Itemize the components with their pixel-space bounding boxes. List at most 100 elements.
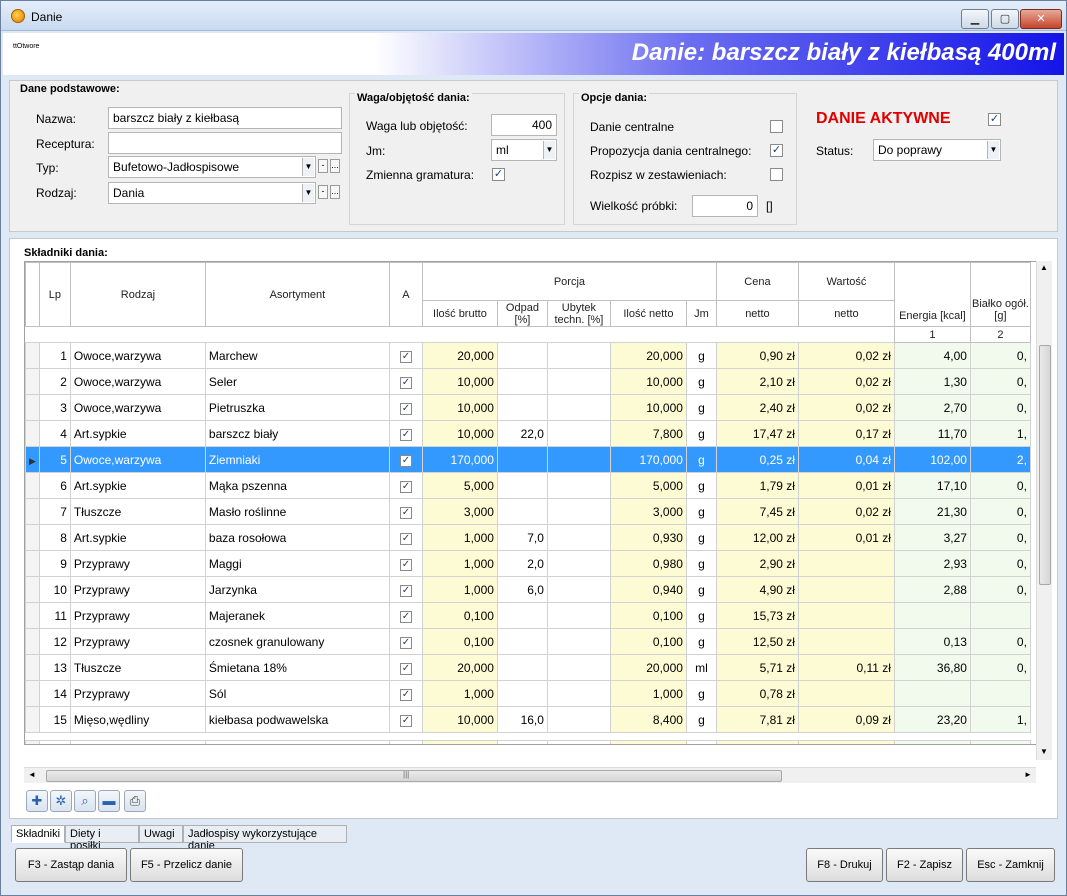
cell-rodzaj[interactable]: Przyprawy xyxy=(69,550,206,577)
cell-netto[interactable]: 0,980 xyxy=(609,550,687,577)
cell-asortyment[interactable]: Masło roślinne xyxy=(204,498,390,525)
cell-brutto[interactable]: 10,000 xyxy=(421,394,498,421)
active-checkbox-cell[interactable]: ✓ xyxy=(399,481,412,493)
cell-lp[interactable]: 1 xyxy=(38,342,71,369)
cell-energia[interactable]: 2,70 xyxy=(893,394,971,421)
cell-bialko[interactable]: 2, xyxy=(969,446,1031,473)
cell-odpad[interactable] xyxy=(496,446,548,473)
row-header[interactable] xyxy=(25,654,40,681)
propozycja-checkbox[interactable]: ✓ xyxy=(770,144,783,157)
cell-jm[interactable]: g xyxy=(685,342,717,369)
active-checkbox-cell[interactable]: ✓ xyxy=(399,637,412,649)
cell-wartosc[interactable]: 0,02 zł xyxy=(797,368,895,395)
print-button[interactable]: F8 - Drukuj xyxy=(806,848,883,882)
cell-jm[interactable]: g xyxy=(685,602,717,629)
cell-bialko[interactable]: 0, xyxy=(969,654,1031,681)
cell-energia[interactable]: 17,10 xyxy=(893,472,971,499)
cell-wartosc[interactable]: 0,04 zł xyxy=(797,446,895,473)
active-checkbox-cell[interactable]: ✓ xyxy=(399,507,412,519)
save-button[interactable]: F2 - Zapisz xyxy=(886,848,963,882)
vertical-scroll-thumb[interactable] xyxy=(1039,345,1051,585)
cell-rodzaj[interactable]: Owoce,warzywa xyxy=(69,342,206,369)
cell-odpad[interactable] xyxy=(496,368,548,395)
scroll-down-icon[interactable]: ▼ xyxy=(1040,747,1048,756)
cell-wartosc[interactable] xyxy=(797,628,895,655)
cell-netto[interactable]: 3,000 xyxy=(609,498,687,525)
cell-rodzaj[interactable]: Mięso,wędliny xyxy=(69,706,206,733)
cell-lp[interactable]: 5 xyxy=(38,446,71,473)
cell-a[interactable]: ✓ xyxy=(388,706,423,733)
cell-wartosc[interactable]: 0,09 zł xyxy=(797,706,895,733)
cell-rodzaj[interactable]: Przyprawy xyxy=(69,628,206,655)
cell-wartosc[interactable]: 0,11 zł xyxy=(797,654,895,681)
table-row[interactable]: 3 Owoce,warzywa Pietruszka ✓ 10,000 10,000 g 2,… xyxy=(25,394,1031,421)
cell-a[interactable]: ✓ xyxy=(388,550,423,577)
cell-brutto[interactable]: 10,000 xyxy=(421,368,498,395)
cell-jm[interactable]: g xyxy=(685,420,717,447)
cell-ubytek[interactable] xyxy=(546,602,611,629)
cell-a[interactable]: ✓ xyxy=(388,498,423,525)
cell-jm[interactable]: g xyxy=(685,394,717,421)
table-row[interactable]: 10 Przyprawy Jarzynka ✓ 1,000 6,0 0,940 g 4,90 z… xyxy=(25,576,1031,603)
col-bialko[interactable]: Białko ogół. [g] xyxy=(969,262,1031,327)
cell-lp[interactable]: 9 xyxy=(38,550,71,577)
cell-energia[interactable]: 23,20 xyxy=(893,706,971,733)
active-checkbox-cell[interactable]: ✓ xyxy=(399,663,412,675)
table-row[interactable]: 2 Owoce,warzywa Seler ✓ 10,000 10,000 g 2,10 zł… xyxy=(25,368,1031,395)
rodzaj-browse-button[interactable]: ... xyxy=(330,185,340,199)
cell-a[interactable]: ✓ xyxy=(388,602,423,629)
cell-cena[interactable]: 2,90 zł xyxy=(715,550,799,577)
cell-cena[interactable]: 0,90 zł xyxy=(715,342,799,369)
cell-jm[interactable]: g xyxy=(685,550,717,577)
cell-brutto[interactable]: 0,100 xyxy=(421,628,498,655)
chevron-down-icon[interactable]: ▼ xyxy=(987,141,999,159)
cell-bialko[interactable]: 1, xyxy=(969,706,1031,733)
cell-a[interactable]: ✓ xyxy=(388,576,423,603)
cell-netto[interactable]: 10,000 xyxy=(609,394,687,421)
cell-brutto[interactable]: 10,000 xyxy=(421,706,498,733)
cell-rodzaj[interactable]: Owoce,warzywa xyxy=(69,394,206,421)
cell-ubytek[interactable] xyxy=(546,706,611,733)
cell-ubytek[interactable] xyxy=(546,342,611,369)
cell-a[interactable]: ✓ xyxy=(388,472,423,499)
cell-netto[interactable]: 7,800 xyxy=(609,420,687,447)
cell-lp[interactable]: 2 xyxy=(38,368,71,395)
cell-cena[interactable]: 0,78 zł xyxy=(715,680,799,707)
cell-jm[interactable]: g xyxy=(685,680,717,707)
row-header[interactable] xyxy=(25,602,40,629)
centralne-checkbox[interactable] xyxy=(770,120,783,133)
tab-skladniki[interactable]: Składniki xyxy=(11,825,65,843)
active-checkbox-cell[interactable]: ✓ xyxy=(399,351,412,363)
cell-a[interactable]: ✓ xyxy=(388,654,423,681)
cell-energia[interactable] xyxy=(893,680,971,707)
cell-lp[interactable]: 3 xyxy=(38,394,71,421)
cell-odpad[interactable] xyxy=(496,628,548,655)
nazwa-input[interactable]: barszcz biały z kiełbasą xyxy=(108,107,342,129)
row-header[interactable] xyxy=(25,706,40,733)
cell-cena[interactable]: 5,71 zł xyxy=(715,654,799,681)
cell-jm[interactable]: g xyxy=(685,706,717,733)
settings-button[interactable]: ✲ xyxy=(50,790,72,812)
table-row[interactable]: 11 Przyprawy Majeranek ✓ 0,100 0,100 g 15,73 zł xyxy=(25,602,1031,629)
waga-input[interactable]: 400 xyxy=(491,114,557,136)
cell-ubytek[interactable] xyxy=(546,368,611,395)
cell-odpad[interactable] xyxy=(496,680,548,707)
rodzaj-select[interactable]: Dania ▼ xyxy=(108,182,316,204)
cell-rodzaj[interactable]: Tłuszcze xyxy=(69,498,206,525)
cell-cena[interactable]: 0,25 zł xyxy=(715,446,799,473)
row-header[interactable] xyxy=(25,472,40,499)
table-row[interactable]: 8 Art.sypkie baza rosołowa ✓ 1,000 7,0 0,930 g 1… xyxy=(25,524,1031,551)
table-row[interactable]: 9 Przyprawy Maggi ✓ 1,000 2,0 0,980 g 2,90 zł 2,9… xyxy=(25,550,1031,577)
tab-uwagi[interactable]: Uwagi xyxy=(139,825,183,843)
active-checkbox-cell[interactable]: ✓ xyxy=(399,429,412,441)
cell-ubytek[interactable] xyxy=(546,498,611,525)
cell-brutto[interactable]: 3,000 xyxy=(421,498,498,525)
cell-ubytek[interactable] xyxy=(546,446,611,473)
replace-dish-button[interactable]: F3 - Zastąp dania xyxy=(15,848,127,882)
cell-brutto[interactable]: 1,000 xyxy=(421,576,498,603)
cell-cena[interactable]: 2,10 zł xyxy=(715,368,799,395)
row-header[interactable] xyxy=(25,420,40,447)
cell-wartosc[interactable]: 0,02 zł xyxy=(797,394,895,421)
row-header[interactable] xyxy=(25,342,40,369)
cell-bialko[interactable]: 0, xyxy=(969,342,1031,369)
